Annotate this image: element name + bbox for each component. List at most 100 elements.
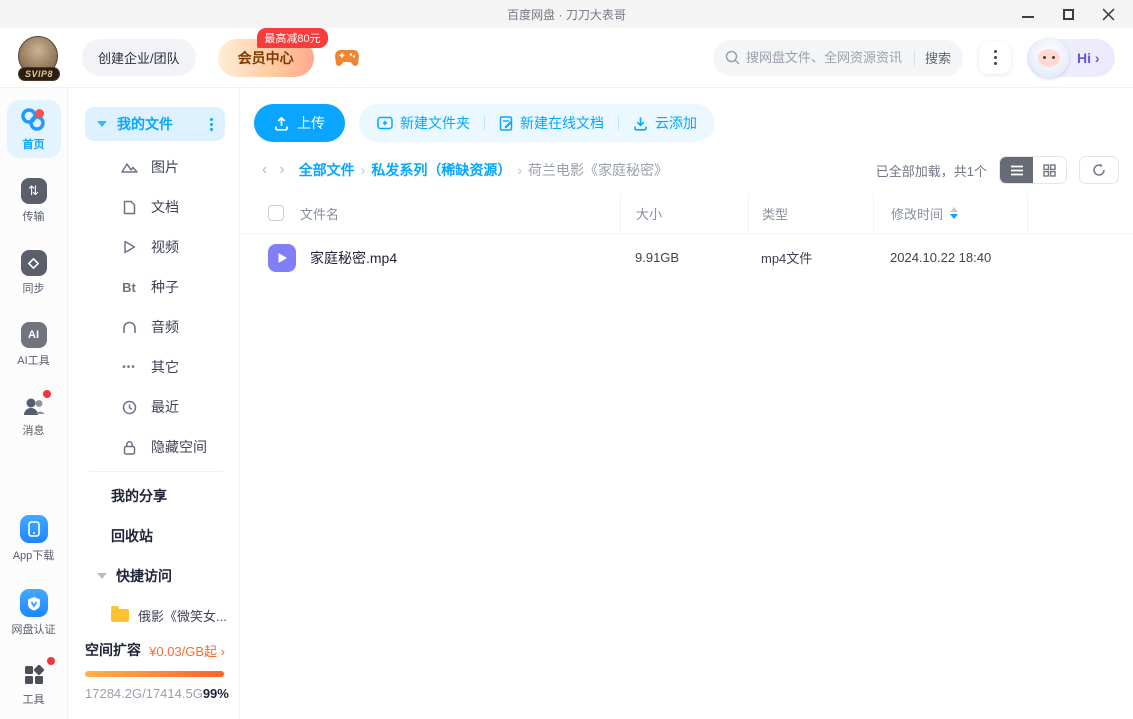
- svip-badge: SVIP8: [17, 66, 61, 81]
- sidebar-divider: [89, 471, 223, 472]
- list-view-button[interactable]: [1000, 157, 1033, 183]
- column-type[interactable]: 类型: [762, 204, 788, 223]
- column-size[interactable]: 大小: [636, 204, 662, 223]
- more-menu-button[interactable]: [979, 41, 1011, 74]
- rail-label-messages: 消息: [22, 425, 45, 437]
- forward-button[interactable]: ›: [273, 161, 290, 179]
- videos-label: 视频: [151, 239, 179, 255]
- new-folder-button[interactable]: 新建文件夹: [377, 113, 470, 133]
- rail-item-app-download[interactable]: App下载: [7, 509, 61, 569]
- other-icon: •••: [122, 361, 136, 373]
- cloud-add-icon: [634, 117, 647, 131]
- main-content: 上传 新建文件夹 新建在线文档 云添加 ‹ › 全部文件 › 私发系列（稀缺资源…: [240, 88, 1133, 719]
- grid-view-button[interactable]: [1033, 157, 1066, 183]
- transfer-icon: ⇅: [20, 178, 47, 204]
- file-modified: 2024.10.22 18:40: [890, 250, 992, 265]
- rail-label-certification: 网盘认证: [11, 624, 56, 636]
- sidebar-item-pictures[interactable]: 图片: [69, 147, 239, 187]
- sidebar-item-videos[interactable]: 视频: [69, 227, 239, 267]
- ai-tools-icon: AI: [20, 322, 47, 348]
- sidebar-item-torrents[interactable]: Bt 种子: [69, 267, 239, 307]
- new-folder-icon: [377, 116, 393, 130]
- close-button[interactable]: [1101, 7, 1115, 21]
- sidebar-item-documents[interactable]: 文档: [69, 187, 239, 227]
- toolbar-divider: [618, 116, 619, 130]
- app-download-icon: [19, 515, 48, 543]
- search-input[interactable]: [746, 50, 904, 65]
- rail-item-certification[interactable]: 网盘认证: [7, 583, 61, 643]
- sidebar-item-my-files[interactable]: 我的文件: [85, 107, 225, 141]
- toolbar-divider: [484, 116, 485, 130]
- sidebar-quick-access[interactable]: 快捷访问: [69, 556, 239, 596]
- sidebar-item-other[interactable]: ••• 其它: [69, 347, 239, 387]
- documents-label: 文档: [151, 199, 179, 215]
- grid-view-icon: [1043, 163, 1056, 177]
- titlebar: 百度网盘 · 刀刀大表哥: [0, 0, 1133, 28]
- sidebar-item-recent[interactable]: 最近: [69, 387, 239, 427]
- rail-item-ai-tools[interactable]: AI AI工具: [7, 316, 61, 374]
- new-online-doc-button[interactable]: 新建在线文档: [499, 113, 604, 133]
- breadcrumb-parent[interactable]: 私发系列（稀缺资源）: [371, 160, 511, 180]
- table-row[interactable]: 家庭秘密.mp4 9.91GB mp4文件 2024.10.22 18:40: [240, 234, 1133, 281]
- file-name[interactable]: 家庭秘密.mp4: [310, 248, 397, 268]
- storage-expand-label: 空间扩容: [85, 642, 141, 658]
- rail-item-messages[interactable]: 消息: [7, 388, 61, 444]
- cloud-add-button[interactable]: 云添加: [633, 113, 697, 133]
- search-divider: [913, 49, 915, 66]
- upload-icon: [275, 116, 288, 131]
- search-submit-button[interactable]: 搜索: [925, 48, 951, 67]
- rail-item-transfer[interactable]: ⇅ 传输: [7, 172, 61, 230]
- sidebar-item-audio[interactable]: 音频: [69, 307, 239, 347]
- storage-progress-fill: [85, 671, 224, 677]
- sort-icon[interactable]: [950, 207, 959, 219]
- maximize-button[interactable]: [1061, 7, 1075, 21]
- breadcrumb-root[interactable]: 全部文件: [299, 160, 355, 180]
- rail-item-sync[interactable]: 同步: [7, 244, 61, 302]
- view-toggle: [999, 156, 1067, 184]
- back-button[interactable]: ‹: [256, 161, 273, 179]
- search-box[interactable]: 搜索: [713, 39, 963, 76]
- breadcrumb-current: 荷兰电影《家庭秘密》: [528, 162, 668, 178]
- hidden-space-label: 隐藏空间: [151, 439, 207, 455]
- rail-label-app-download: App下载: [12, 550, 55, 562]
- toolbar-group: 新建文件夹 新建在线文档 云添加: [359, 104, 715, 142]
- column-modified[interactable]: 修改时间: [891, 204, 943, 223]
- storage-panel: 空间扩容 ¥0.03/GB起 › 17284.2G/17414.5G99%: [85, 640, 229, 701]
- rail-label-transfer: 传输: [22, 211, 45, 223]
- nav-rail: 首页 ⇅ 传输 同步 AI AI工具 消息 App下载 网盘认证 工具: [0, 88, 68, 719]
- column-name: 文件名: [300, 206, 340, 222]
- minimize-button[interactable]: [1021, 7, 1035, 21]
- rail-item-home[interactable]: 首页: [6, 100, 61, 158]
- table-header: 文件名 大小 类型 修改时间: [240, 193, 1133, 234]
- sidebar-item-recycle-bin[interactable]: 回收站: [69, 516, 239, 556]
- create-team-button[interactable]: 创建企业/团队: [82, 39, 196, 76]
- sidebar-item-my-share[interactable]: 我的分享: [69, 476, 239, 516]
- netdisk-logo-icon: [20, 108, 45, 131]
- refresh-button[interactable]: [1079, 156, 1119, 184]
- file-size: 9.91GB: [635, 250, 680, 265]
- certification-icon: [19, 589, 48, 617]
- my-files-menu-icon[interactable]: [210, 117, 213, 131]
- new-doc-icon: [499, 115, 513, 131]
- assistant-entry[interactable]: Hi ›: [1027, 37, 1115, 78]
- file-toolbar: 上传 新建文件夹 新建在线文档 云添加: [254, 104, 1133, 142]
- storage-price-link[interactable]: ¥0.03/GB起 ›: [149, 641, 225, 660]
- quick-access-folder[interactable]: 俄影《微笑女...: [69, 596, 239, 634]
- upload-button[interactable]: 上传: [254, 104, 345, 142]
- my-files-label: 我的文件: [117, 116, 173, 132]
- videos-icon: [119, 240, 139, 254]
- storage-usage-text: 17284.2G/17414.5G99%: [85, 686, 229, 701]
- recent-icon: [119, 400, 139, 415]
- assistant-greeting: Hi ›: [1077, 49, 1100, 66]
- assistant-avatar: [1029, 37, 1069, 78]
- sidebar-item-hidden-space[interactable]: 隐藏空间: [69, 427, 239, 467]
- messages-icon: [23, 398, 44, 415]
- other-label: 其它: [151, 359, 179, 375]
- tools-badge: [46, 657, 55, 665]
- game-center-button[interactable]: [334, 47, 360, 69]
- account-avatar[interactable]: SVIP8: [17, 35, 61, 81]
- quick-access-label: 快捷访问: [116, 568, 172, 584]
- select-all-checkbox[interactable]: [268, 205, 284, 221]
- rail-label-tools: 工具: [22, 694, 45, 706]
- rail-item-tools[interactable]: 工具: [7, 657, 61, 713]
